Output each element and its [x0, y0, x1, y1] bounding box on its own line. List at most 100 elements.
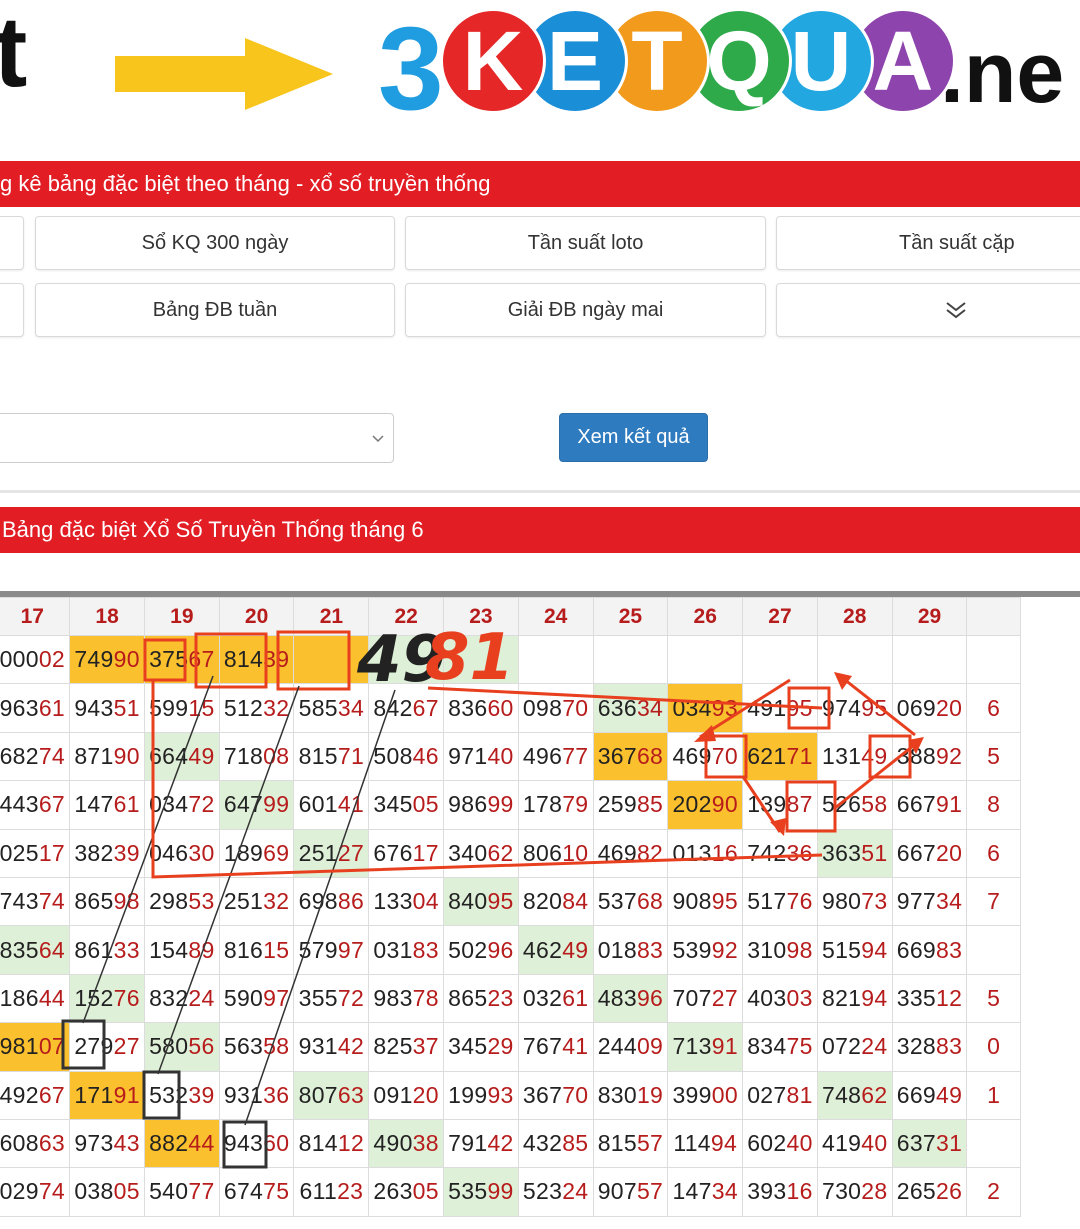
number-head: 579	[298, 936, 338, 963]
number-tail: 17	[412, 839, 439, 866]
number-head: 682	[0, 742, 39, 769]
table-cell: 51594	[816, 925, 893, 975]
number-tail: 34	[636, 694, 664, 721]
number-tail: 17	[38, 839, 66, 866]
number-tail: 05	[412, 1178, 439, 1205]
number-tail: 05	[412, 791, 439, 818]
number-tail: 31	[936, 1130, 963, 1157]
table-row: 3029740380554077674756112326305535995232…	[0, 1167, 1021, 1217]
table-header-cell: 17	[0, 597, 71, 636]
number-tail: 08	[263, 742, 290, 769]
table-cell: 38239	[69, 828, 145, 878]
table-row: 2443671476103472647996014134505986991787…	[0, 780, 1021, 830]
number-tail: 74	[38, 1178, 66, 1205]
number-tail: 41	[337, 791, 365, 818]
number-head: 0	[987, 1033, 1001, 1060]
table-cell: 50296	[443, 925, 519, 975]
number-head: 251	[298, 839, 338, 866]
chevron-down-icon	[372, 435, 384, 443]
table-cell	[891, 634, 968, 685]
number-tail: 04	[412, 888, 439, 915]
nav-expand-button[interactable]	[776, 283, 1080, 337]
number-tail: 82	[636, 839, 664, 866]
number-head: 981	[0, 1033, 39, 1060]
table-cell: 01883	[592, 925, 669, 975]
number-head: 563	[223, 1033, 264, 1060]
table-cell: 25985	[592, 780, 669, 830]
number-head: 676	[373, 839, 413, 866]
nav-button-bang-db-tuan[interactable]: Bảng ĐB tuần	[35, 283, 395, 337]
number-head: 669	[896, 1081, 937, 1108]
number-tail: 74	[38, 742, 66, 769]
table-cell: 83475	[742, 1022, 818, 1072]
table-cell: 73028	[816, 1167, 893, 1217]
nav-button-partial-left-1[interactable]	[0, 216, 24, 270]
table-cell: 13987	[742, 780, 818, 830]
nav-button-giai-db-ngay-mai[interactable]: Giải ĐB ngày mai	[405, 283, 766, 337]
table-cell: 36770	[517, 1070, 594, 1120]
table-cell: 37567	[143, 634, 220, 685]
table-cell: 82537	[368, 1022, 445, 1072]
table-cell: 27927	[69, 1022, 145, 1072]
table-cell: 98073	[816, 876, 893, 927]
table-cell: 53599	[443, 1167, 519, 1217]
table-cell: 90895	[667, 876, 744, 927]
table-title: Bảng đặc biệt Xổ Số Truyền Thống tháng 6	[2, 517, 424, 542]
number-head: 340	[448, 839, 488, 866]
table-cell: 09120	[368, 1070, 445, 1120]
number-tail: 39	[113, 839, 140, 866]
number-head: 608	[0, 1130, 39, 1157]
number-tail: 62	[487, 839, 514, 866]
table-cell: 8	[966, 780, 1021, 830]
table-cell: 49038	[368, 1118, 445, 1169]
number-head: 335	[896, 984, 937, 1011]
number-head: 328	[896, 1033, 937, 1060]
table-cell: 6	[966, 828, 1021, 878]
logo-domain: .ne	[940, 25, 1065, 121]
number-tail: 16	[786, 1178, 813, 1205]
table-cell: 61123	[293, 1167, 370, 1217]
site-logo[interactable]: KETQUA	[440, 8, 956, 114]
number-head: 393	[747, 1178, 787, 1205]
nav-button-tan-suat-loto[interactable]: Tần suất loto	[405, 216, 766, 270]
number-tail: 39	[263, 646, 290, 673]
number-tail: 70	[562, 1081, 589, 1108]
month-select[interactable]	[0, 413, 394, 463]
number-tail: 72	[337, 984, 365, 1011]
table-cell: 18969	[218, 828, 295, 878]
number-head: 807	[298, 1081, 338, 1108]
table-cell: 48396	[592, 973, 669, 1024]
number-head: 840	[448, 888, 488, 915]
number-head: 202	[672, 791, 712, 818]
number-head: 6	[987, 694, 1001, 721]
number-tail: 53	[188, 888, 215, 915]
number-head: 388	[896, 742, 937, 769]
table-cell: 96361	[0, 683, 71, 733]
logo-number[interactable]: 3	[378, 10, 444, 128]
handwritten-number-red: 81	[425, 621, 515, 695]
number-head: 791	[448, 1130, 488, 1157]
table-row: 8835648613315489816155799703183502964624…	[0, 925, 1021, 975]
view-results-label: Xem kết quả	[577, 426, 690, 448]
number-tail: 16	[711, 839, 738, 866]
number-tail: 83	[936, 936, 963, 963]
table-cell: 00002	[0, 634, 71, 685]
nav-button-so-kq[interactable]: Sổ KQ 300 ngày	[35, 216, 395, 270]
number-tail: 99	[487, 1178, 514, 1205]
number-tail: 94	[861, 936, 888, 963]
number-head: 496	[522, 742, 563, 769]
number-head: 091	[373, 1081, 413, 1108]
number-head: 375	[149, 646, 189, 673]
number-head: 7	[987, 888, 1001, 915]
view-results-button[interactable]: Xem kết quả	[559, 413, 708, 462]
number-head: 483	[597, 984, 637, 1011]
nav-button-tan-suat-cap[interactable]: Tần suất cặp	[776, 216, 1080, 270]
number-head: 139	[747, 791, 787, 818]
table-cell: 1	[966, 1070, 1021, 1120]
number-tail: 92	[936, 742, 963, 769]
table-cell: 09870	[517, 683, 594, 733]
number-tail: 51	[861, 839, 888, 866]
number-tail: 84	[562, 888, 589, 915]
number-head: 908	[672, 888, 712, 915]
nav-button-partial-left-2[interactable]	[0, 283, 24, 337]
